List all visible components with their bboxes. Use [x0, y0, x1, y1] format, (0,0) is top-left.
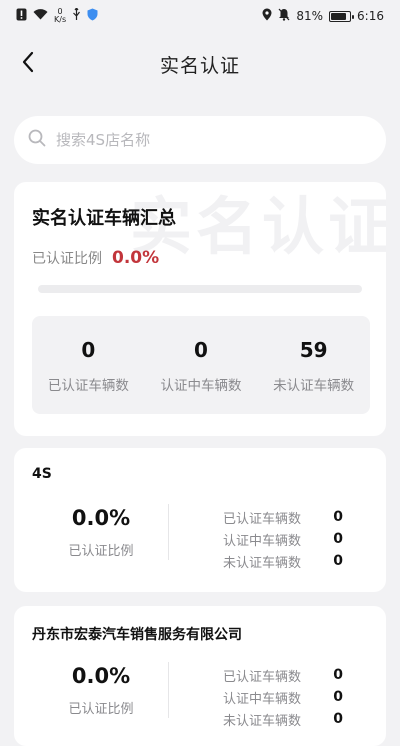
ratio-label: 已认证比例 [32, 251, 102, 267]
mute-bell-icon [278, 8, 290, 24]
back-button[interactable] [12, 48, 44, 80]
stat-certified: 0 已认证车辆数 [32, 316, 145, 414]
clock: 6:16 [357, 9, 384, 23]
stat-in-progress: 0 认证中车辆数 [145, 316, 258, 414]
count-value: 0 [333, 553, 343, 569]
search-bar[interactable] [14, 116, 386, 164]
store-count-row: 认证中车辆数 0 [223, 528, 343, 550]
store-count-row: 未认证车辆数 0 [223, 708, 343, 730]
count-value: 0 [333, 667, 343, 683]
alert-icon [16, 8, 27, 24]
count-value: 0 [333, 711, 343, 727]
store-count-row: 认证中车辆数 0 [223, 686, 343, 708]
count-label: 未认证车辆数 [223, 555, 302, 571]
store-card[interactable]: 丹东市宏泰汽车销售服务有限公司 0.0% 已认证比例 已认证车辆数 0 认证中车… [14, 606, 386, 746]
search-icon [28, 129, 46, 151]
shield-icon [87, 8, 98, 24]
search-input[interactable] [56, 131, 356, 149]
store-count-row: 已认证车辆数 0 [223, 664, 343, 686]
count-value: 0 [333, 689, 343, 705]
store-ratio-label: 已认证比例 [68, 702, 134, 717]
status-bar-left: 0 K/s [16, 8, 98, 24]
store-ratio-label: 已认证比例 [68, 544, 134, 559]
net-speed: 0 K/s [54, 8, 66, 24]
count-label: 已认证车辆数 [223, 669, 302, 685]
count-label: 认证中车辆数 [223, 691, 302, 707]
status-bar: 0 K/s 81% 6:16 [0, 0, 400, 32]
store-counts: 已认证车辆数 0 认证中车辆数 0 未认证车辆数 0 [223, 506, 343, 572]
stat-value: 0 [194, 338, 208, 362]
usb-icon [72, 7, 81, 24]
status-bar-right: 81% 6:16 [262, 8, 384, 24]
summary-title: 实名认证车辆汇总 [32, 208, 176, 229]
store-ratio-value: 0.0% [71, 506, 131, 530]
stat-uncertified: 59 未认证车辆数 [257, 316, 370, 414]
count-label: 未认证车辆数 [223, 713, 302, 729]
count-label: 已认证车辆数 [223, 511, 302, 527]
stat-value: 59 [299, 338, 328, 362]
location-icon [262, 8, 272, 24]
divider [168, 504, 169, 560]
store-count-row: 已认证车辆数 0 [223, 506, 343, 528]
count-value: 0 [333, 531, 343, 547]
store-name: 丹东市宏泰汽车销售服务有限公司 [32, 627, 242, 643]
store-name: 4S [32, 466, 52, 482]
progress-bar [38, 285, 362, 293]
battery-fill [331, 12, 346, 20]
divider [168, 662, 169, 718]
stat-label: 认证中车辆数 [160, 378, 242, 394]
navbar: 实名认证 [0, 40, 400, 88]
net-speed-unit: K/s [54, 15, 67, 24]
battery-icon [329, 10, 355, 22]
stat-label: 未认证车辆数 [273, 378, 355, 394]
store-ratio-value: 0.0% [71, 664, 131, 688]
wifi-icon [33, 9, 48, 23]
stat-value: 0 [81, 338, 96, 362]
battery-percent: 81% [296, 9, 324, 23]
summary-card: 实名认证 实名认证车辆汇总 已认证比例 0.0% 0 已认证车辆数 0 认证中车… [14, 182, 386, 436]
store-card[interactable]: 4S 0.0% 已认证比例 已认证车辆数 0 认证中车辆数 0 未认证车辆数 0 [14, 448, 386, 592]
store-ratio: 0.0% 已认证比例 [32, 506, 170, 559]
count-label: 认证中车辆数 [223, 533, 302, 549]
ratio-row: 已认证比例 0.0% [32, 248, 159, 268]
stats-box: 0 已认证车辆数 0 认证中车辆数 59 未认证车辆数 [32, 316, 370, 414]
count-value: 0 [333, 509, 343, 525]
store-counts: 已认证车辆数 0 认证中车辆数 0 未认证车辆数 0 [223, 664, 343, 730]
store-ratio: 0.0% 已认证比例 [32, 664, 170, 717]
ratio-value: 0.0% [112, 248, 160, 268]
page-title: 实名认证 [159, 54, 240, 77]
stat-label: 已认证车辆数 [47, 378, 129, 394]
store-count-row: 未认证车辆数 0 [223, 550, 343, 572]
chevron-left-icon [21, 51, 35, 77]
